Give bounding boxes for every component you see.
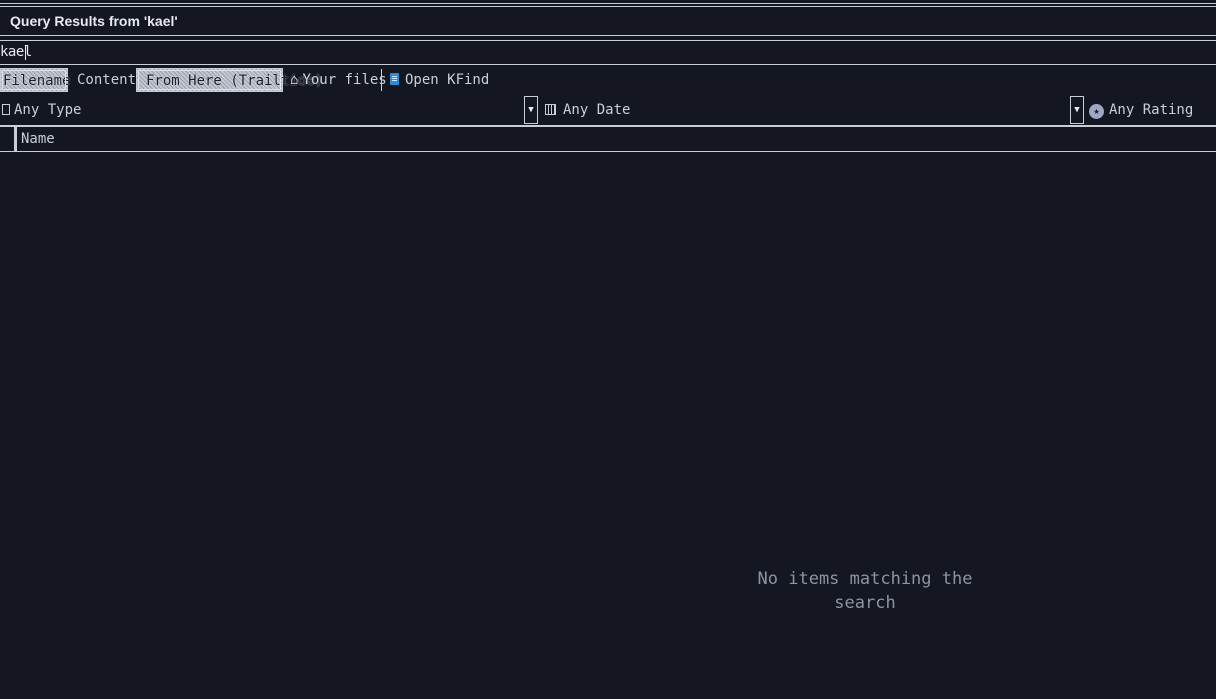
date-filter-select[interactable]: Any Date <box>545 97 630 123</box>
home-icon: ⌂ <box>290 72 299 88</box>
open-kfind-label: Open KFind <box>405 72 490 88</box>
kfind-icon <box>390 73 399 85</box>
toolbar-separator <box>381 69 382 91</box>
date-filter-label: Any Date <box>563 102 631 118</box>
filename-toggle-label: Filename <box>3 73 71 89</box>
search-toolbar: Filename Content From Here (Trailtide) ⌂… <box>0 66 1216 94</box>
type-filter-select[interactable]: Any Type <box>2 97 81 123</box>
empty-results-message: No items matching the search <box>757 569 973 613</box>
calendar-icon <box>545 104 556 115</box>
filter-bar: Any Type ▼ Any Date ▼ ★ Any Rating <box>0 95 1216 125</box>
rating-filter-label: Any Rating <box>1109 102 1194 118</box>
content-toggle-button[interactable]: Content <box>77 68 136 92</box>
type-filter-dropdown-button[interactable]: ▼ <box>524 96 538 124</box>
chevron-down-icon: ▼ <box>1074 105 1080 115</box>
results-column-header: Name <box>0 125 1216 152</box>
date-filter-dropdown-button[interactable]: ▼ <box>1070 96 1084 124</box>
window-title: Query Results from 'kael' <box>10 13 178 29</box>
rating-filter-select[interactable]: ★ Any Rating <box>1089 97 1193 123</box>
search-input-value[interactable]: kael <box>0 44 32 60</box>
from-here-toggle-button[interactable]: From Here (Trailtide) <box>136 68 323 92</box>
chevron-down-icon: ▼ <box>528 105 534 115</box>
open-kfind-button[interactable]: Open KFind <box>390 68 489 92</box>
text-caret <box>25 45 26 60</box>
content-toggle-label: Content <box>77 72 137 88</box>
top-divider <box>0 3 1216 4</box>
your-files-toggle-button[interactable]: ⌂ Your files <box>290 68 387 92</box>
file-icon <box>2 104 10 115</box>
your-files-label: Your files <box>302 72 387 88</box>
search-results-window: Query Results from 'kael' kael Filename … <box>0 0 1216 699</box>
search-input[interactable]: kael <box>0 40 1216 65</box>
filename-toggle-button[interactable]: Filename <box>0 68 71 92</box>
star-icon: ★ <box>1089 104 1104 119</box>
type-filter-label: Any Type <box>14 102 82 118</box>
column-name-header[interactable]: Name <box>21 131 55 147</box>
title-bar: Query Results from 'kael' <box>0 6 1216 36</box>
header-edge-handle[interactable] <box>14 127 17 152</box>
